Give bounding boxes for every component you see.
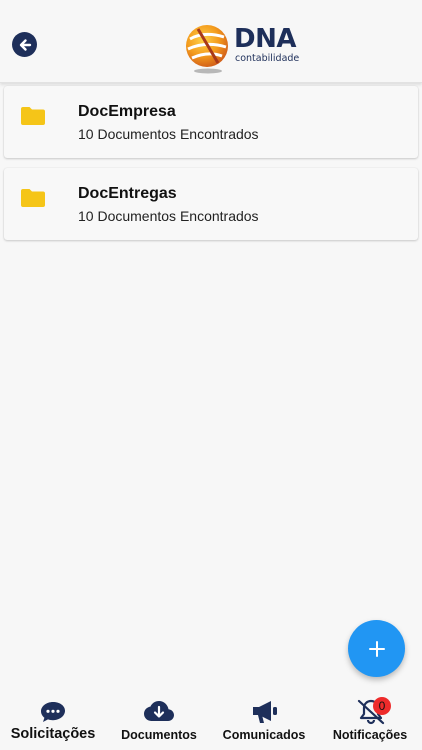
notification-badge: 0	[373, 697, 391, 715]
arrow-left-icon	[19, 38, 31, 51]
dna-globe-logo-icon	[186, 25, 228, 74]
add-button[interactable]	[348, 620, 405, 677]
folder-card-docentregas[interactable]: DocEntregas 10 Documentos Encontrados	[4, 168, 418, 240]
folder-document-count: 10 Documentos Encontrados	[78, 208, 259, 224]
tab-label: Notificações	[332, 728, 408, 742]
bottom-tab-bar: Solicitações Documentos Comunicados Noti…	[0, 692, 422, 750]
tab-documentos[interactable]: Documentos	[116, 692, 202, 750]
folder-icon	[21, 107, 45, 125]
megaphone-icon	[253, 701, 277, 723]
folder-name: DocEmpresa	[78, 103, 176, 120]
chat-bubble-icon	[41, 702, 65, 722]
folder-list: DocEmpresa 10 Documentos Encontrados Doc…	[4, 86, 418, 250]
tab-solicitacoes[interactable]: Solicitações	[8, 692, 98, 750]
app-header: DNA contabilidade	[0, 0, 422, 83]
tab-comunicados[interactable]: Comunicados	[218, 692, 310, 750]
plus-icon	[368, 640, 385, 657]
tab-label: Solicitações	[10, 726, 96, 742]
cloud-download-icon	[144, 701, 174, 721]
folder-document-count: 10 Documentos Encontrados	[78, 126, 259, 142]
logo-wordmark: DNA	[234, 24, 296, 54]
company-logo: DNA contabilidade	[184, 23, 300, 75]
back-button[interactable]	[12, 32, 37, 57]
tab-label: Documentos	[121, 728, 197, 742]
tab-notificacoes[interactable]: Notificações	[326, 692, 414, 750]
folder-name: DocEntregas	[78, 185, 177, 202]
folder-icon	[21, 189, 45, 207]
folder-card-docempresa[interactable]: DocEmpresa 10 Documentos Encontrados	[4, 86, 418, 158]
logo-subtitle: contabilidade	[235, 53, 300, 64]
tab-label: Comunicados	[222, 728, 306, 742]
